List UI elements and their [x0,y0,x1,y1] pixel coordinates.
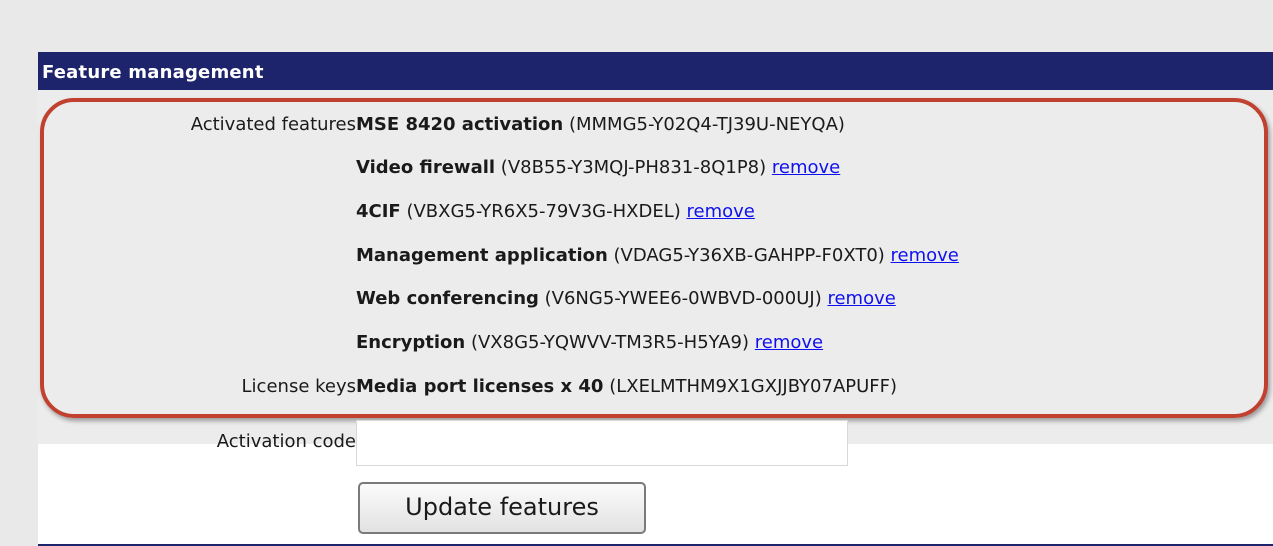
feature-row: 4CIF (VBXG5-YR6X5-79V3G-HXDEL) remove [356,201,755,222]
feature-name: Video firewall [356,157,496,178]
feature-name: Web conferencing [356,288,539,309]
license-key: (LXELMTHM9X1GXJJBY07APUFF) [609,376,898,397]
update-features-button[interactable]: Update features [358,482,646,534]
remove-link[interactable]: remove [755,332,823,353]
section-header: Feature management [38,52,1273,92]
remove-link[interactable]: remove [827,288,895,309]
feature-row: Web conferencing (V6NG5-YWEE6-0WBVD-000U… [356,288,896,309]
license-keys-label: License keys [241,376,356,397]
feature-name: MSE 8420 activation [356,114,564,135]
feature-name: Encryption [356,332,466,353]
section-title: Feature management [42,62,264,83]
feature-name: Management application [356,245,608,266]
feature-row: Encryption (VX8G5-YQWVV-TM3R5-H5YA9) rem… [356,332,823,353]
feature-key: (MMMG5-Y02Q4-TJ39U-NEYQA) [568,114,845,135]
remove-link[interactable]: remove [772,157,840,178]
remove-link[interactable]: remove [686,201,754,222]
feature-name: 4CIF [356,201,401,222]
feature-row: Video firewall (V8B55-Y3MQJ-PH831-8Q1P8)… [356,157,840,178]
license-name: Media port licenses x 40 [356,376,604,397]
feature-key: (VX8G5-YQWVV-TM3R5-H5YA9) [470,332,750,353]
feature-key: (V8B55-Y3MQJ-PH831-8Q1P8) [500,157,767,178]
activated-features-label: Activated features [190,114,356,135]
activation-code-label: Activation code [216,431,356,452]
feature-key: (V6NG5-YWEE6-0WBVD-000UJ) [544,288,822,309]
license-row: Media port licenses x 40 (LXELMTHM9X1GXJ… [356,376,897,397]
feature-key: (VDAG5-Y36XB-GAHPP-F0XT0) [613,245,885,266]
feature-row: Management application (VDAG5-Y36XB-GAHP… [356,245,959,266]
feature-key: (VBXG5-YR6X5-79V3G-HXDEL) [406,201,681,222]
activation-code-input[interactable] [356,420,848,466]
feature-row: MSE 8420 activation (MMMG5-Y02Q4-TJ39U-N… [356,114,845,135]
remove-link[interactable]: remove [891,245,959,266]
